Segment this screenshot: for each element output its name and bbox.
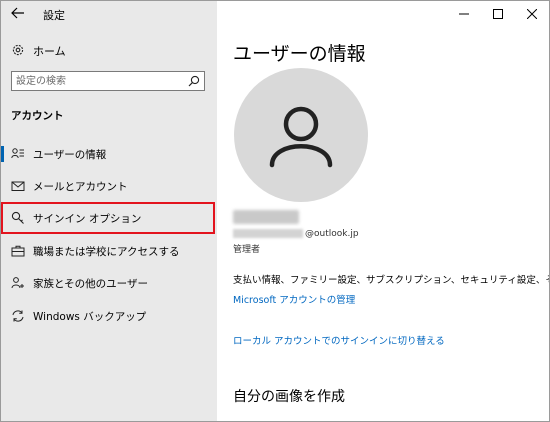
- mail-icon: [11, 181, 25, 191]
- search-input[interactable]: [12, 72, 190, 90]
- email-redacted: [233, 229, 303, 238]
- close-icon: [527, 9, 537, 19]
- gear-icon: [12, 44, 24, 56]
- sync-icon: [12, 310, 24, 322]
- sidebar-item-label: 職場または学校にアクセスする: [33, 246, 180, 258]
- section-heading: アカウント: [11, 110, 64, 122]
- search-icon[interactable]: [188, 75, 200, 87]
- sidebar-item-family-users[interactable]: 家族とその他のユーザー: [1, 270, 217, 296]
- minimize-button[interactable]: [447, 1, 481, 27]
- sidebar-item-label: 家族とその他のユーザー: [33, 278, 148, 290]
- briefcase-icon: [11, 245, 25, 257]
- key-icon: [11, 211, 24, 224]
- sidebar: 設定 ホーム アカウント ユーザーの情報: [1, 1, 217, 421]
- main-content: ユーザーの情報 @outlook.jp 管理者 支払い情報、ファミリー設定、サブ…: [217, 1, 549, 421]
- back-button[interactable]: [9, 4, 27, 22]
- sidebar-item-sign-in-options[interactable]: サインイン オプション: [1, 202, 215, 234]
- page-title: ユーザーの情報: [233, 43, 366, 65]
- sidebar-item-label: ホーム: [33, 45, 66, 58]
- close-button[interactable]: [515, 1, 549, 27]
- maximize-icon: [493, 9, 503, 19]
- account-summary: 支払い情報、ファミリー設定、サブスクリプション、セキュリティ設定、その他: [233, 275, 550, 286]
- user-name-redacted: [233, 210, 299, 224]
- email-domain: @outlook.jp: [305, 229, 359, 239]
- minimize-icon: [459, 13, 469, 15]
- sidebar-item-work-school[interactable]: 職場または学校にアクセスする: [1, 238, 217, 264]
- person-list-icon: [11, 148, 24, 159]
- sidebar-item-home[interactable]: ホーム: [1, 39, 217, 63]
- title-bar: 設定: [1, 1, 217, 27]
- search-box[interactable]: [11, 71, 205, 91]
- sidebar-item-your-info[interactable]: ユーザーの情報: [1, 141, 217, 167]
- account-role: 管理者: [233, 245, 261, 255]
- sidebar-item-email-accounts[interactable]: メールとアカウント: [1, 173, 217, 199]
- avatar[interactable]: [234, 68, 368, 202]
- maximize-button[interactable]: [481, 1, 515, 27]
- switch-to-local-account-link[interactable]: ローカル アカウントでのサインインに切り替える: [233, 333, 445, 347]
- create-picture-heading: 自分の画像を作成: [233, 389, 345, 405]
- sidebar-item-label: ユーザーの情報: [33, 149, 107, 161]
- app-title: 設定: [43, 9, 65, 22]
- sidebar-item-label: メールとアカウント: [33, 181, 128, 193]
- person-add-icon: [11, 277, 24, 289]
- person-icon: [269, 106, 333, 168]
- sidebar-item-label: サインイン オプション: [33, 213, 142, 225]
- manage-microsoft-account-link[interactable]: Microsoft アカウントの管理: [233, 292, 355, 306]
- sidebar-item-windows-backup[interactable]: Windows バックアップ: [1, 303, 217, 329]
- settings-window: 設定 ホーム アカウント ユーザーの情報: [0, 0, 550, 422]
- sidebar-item-label: Windows バックアップ: [33, 311, 147, 323]
- user-email: @outlook.jp: [233, 229, 359, 241]
- back-arrow-icon: [11, 7, 24, 19]
